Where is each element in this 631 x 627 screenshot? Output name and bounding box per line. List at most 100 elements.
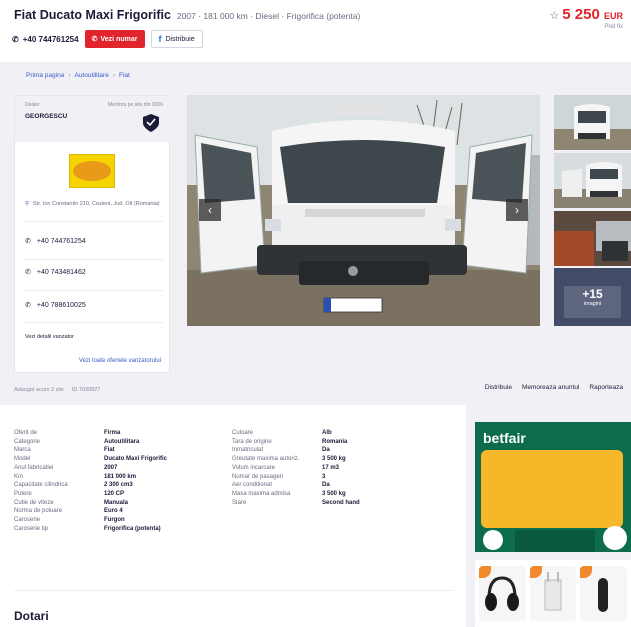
photo-thumbnail[interactable] <box>554 95 631 150</box>
spec-row: Model Ducato Maxi Frigorific <box>14 455 167 464</box>
ad-decoration <box>483 526 627 552</box>
dealer-phone-3[interactable]: ✆ +40 788610025 <box>25 301 86 310</box>
spec-value: 17 m3 <box>322 464 340 471</box>
favorite-star-icon[interactable]: ☆ <box>549 10 559 22</box>
spec-value: Euro 4 <box>104 508 123 515</box>
save-listing-link[interactable]: Memoreaza anuntul <box>522 384 579 391</box>
spec-row: Aer conditionat Da <box>232 481 360 490</box>
dealer-phone-1-number: +40 744761254 <box>36 237 86 245</box>
show-number-label: Vezi numar <box>100 35 138 43</box>
spec-key: Marca <box>14 447 31 454</box>
spec-key: Cutie de viteze <box>14 499 54 506</box>
spec-key: Km <box>14 473 23 480</box>
spec-row: Culoare Alb <box>232 429 360 438</box>
price: ☆ 5 250 EUR <box>549 6 623 23</box>
spec-key: Caroserie <box>14 517 41 524</box>
product-ad-strip[interactable] <box>475 560 631 627</box>
listing-id: ID 7030827 <box>71 387 101 393</box>
dealer-phone-2[interactable]: ✆ +40 743481462 <box>25 268 86 277</box>
location-pin-icon: ⚲ <box>25 201 30 207</box>
show-number-button[interactable]: ✆ Vezi numar <box>84 30 145 48</box>
ad-product-headphones[interactable] <box>479 566 526 621</box>
price-currency: EUR <box>603 11 623 21</box>
breadcrumb-item-brand[interactable]: Fiat <box>119 72 130 79</box>
specs-panel: Oferit de Firma Categorie Autoutilitara Marc… <box>0 405 466 627</box>
spec-row: Tara de origine Romania <box>232 438 360 447</box>
dealer-address: ⚲ Str. Ion Constantin 210, Cezieni, Jud.… <box>25 200 165 208</box>
spec-row: Putere 120 CP <box>14 490 167 499</box>
spec-row: Caroserie tip Frigorifica (potenta) <box>14 525 167 534</box>
dealer-phone-2-number: +40 743481462 <box>36 268 86 276</box>
spec-value: 2 300 cm3 <box>104 482 133 489</box>
spec-key: Tara de origine <box>232 438 272 445</box>
spec-row: Stare Second hand <box>232 499 360 508</box>
spec-row: Categorie Autoutilitara <box>14 438 167 447</box>
spec-value: 3 500 kg <box>322 456 346 463</box>
spec-value: Autoutilitara <box>104 438 140 445</box>
dealer-card: Dealer Membru pe site din 2006 GEORGESCU… <box>14 95 171 373</box>
dealer-phone-1[interactable]: ✆ +40 744761254 <box>25 237 86 246</box>
spec-value: Furgon <box>104 517 125 524</box>
spec-key: Volum incarcare <box>232 464 276 471</box>
spec-key: Inmatriculat <box>232 447 264 454</box>
ad-product-earpiece[interactable] <box>580 566 628 621</box>
spec-value: Firma <box>104 430 121 436</box>
dealer-details-link[interactable]: Vezi detalii vanzator <box>25 334 74 340</box>
spec-key: Masa maxima admisa <box>232 490 291 497</box>
price-value: 5 250 <box>562 6 600 23</box>
dealer-name[interactable]: GEORGESCU <box>25 113 67 120</box>
specs-column-left: Oferit de Firma Categorie Autoutilitara Marc… <box>14 429 167 533</box>
spec-key: Capacitate cilindrica <box>14 482 68 489</box>
listing-meta: Adaugat acum 2 zile ID 7030827 <box>14 387 100 393</box>
dealer-divider <box>23 322 163 323</box>
spec-row: Greutate maxima autoriz. 3 500 kg <box>232 455 360 464</box>
dealer-logo[interactable] <box>69 154 115 188</box>
spec-row: Capacitate cilindrica 2 300 cm3 <box>14 481 167 490</box>
spec-row: Numar de pasageri 3 <box>232 473 360 482</box>
phone-icon: ✆ <box>25 302 31 309</box>
spec-key: Culoare <box>232 430 254 436</box>
share-link[interactable]: Distribuie <box>485 384 512 391</box>
ad-product-router[interactable] <box>529 566 577 621</box>
spec-key: Oferit de <box>14 430 38 436</box>
spec-value: 3 500 kg <box>322 490 346 497</box>
breadcrumb: Prima pagina › Autoutilitare › Fiat <box>26 72 130 79</box>
listing-header: Fiat Ducato Maxi Frigorific 2007 · 181 0… <box>0 0 631 62</box>
spec-row: Volum incarcare 17 m3 <box>232 464 360 473</box>
next-photo-arrow-icon[interactable]: › <box>506 199 528 221</box>
main-photo[interactable]: ‹ › <box>187 95 540 326</box>
spec-value: 3 <box>322 473 326 480</box>
spec-key: Numar de pasageri <box>232 473 284 480</box>
header-phone[interactable]: ✆ +40 744761254 <box>12 35 79 44</box>
advertisement-banner[interactable]: betfair <box>475 422 631 552</box>
facebook-share-button[interactable]: f Distribuie <box>150 30 203 48</box>
spec-key: Aer conditionat <box>232 482 273 489</box>
spec-key: Putere <box>14 490 32 497</box>
spec-value: Alb <box>322 430 332 436</box>
specs-divider <box>14 590 454 591</box>
spec-value: 181 000 km <box>104 473 137 480</box>
listing-specs: 2007 · 181 000 km · Diesel · Frigorifica… <box>176 11 361 21</box>
dealer-all-ads-link[interactable]: Vezi toate ofertele vanzatorului <box>79 358 161 364</box>
phone-icon: ✆ <box>25 269 31 276</box>
spec-value: Fiat <box>104 447 115 454</box>
more-photos-label: imagini <box>583 301 602 307</box>
spec-row: Cutie de viteze Manuala <box>14 499 167 508</box>
dealer-label: Dealer <box>25 102 40 108</box>
breadcrumb-item-category[interactable]: Autoutilitare <box>74 72 108 79</box>
price-note: Pret fix <box>604 24 623 30</box>
spec-value: Manuala <box>104 499 129 506</box>
header-phone-number: +40 744761254 <box>22 34 79 44</box>
prev-photo-arrow-icon[interactable]: ‹ <box>199 199 221 221</box>
phone-icon: ✆ <box>25 238 31 245</box>
photo-thumbnail[interactable] <box>554 211 631 266</box>
photo-thumbnail[interactable] <box>554 153 631 208</box>
spec-key: Caroserie tip <box>14 525 49 532</box>
listing-actions: Distribuie Memoreaza anuntul Raporteaza <box>485 384 623 391</box>
more-photos-count: +15 <box>582 287 603 301</box>
more-photos-thumbnail[interactable]: +15 imagini <box>554 268 631 326</box>
report-link[interactable]: Raporteaza <box>589 384 623 391</box>
equipment-section-title: Dotari <box>14 609 49 623</box>
spec-value: 120 CP <box>104 490 125 497</box>
breadcrumb-item-home[interactable]: Prima pagina <box>26 72 64 79</box>
